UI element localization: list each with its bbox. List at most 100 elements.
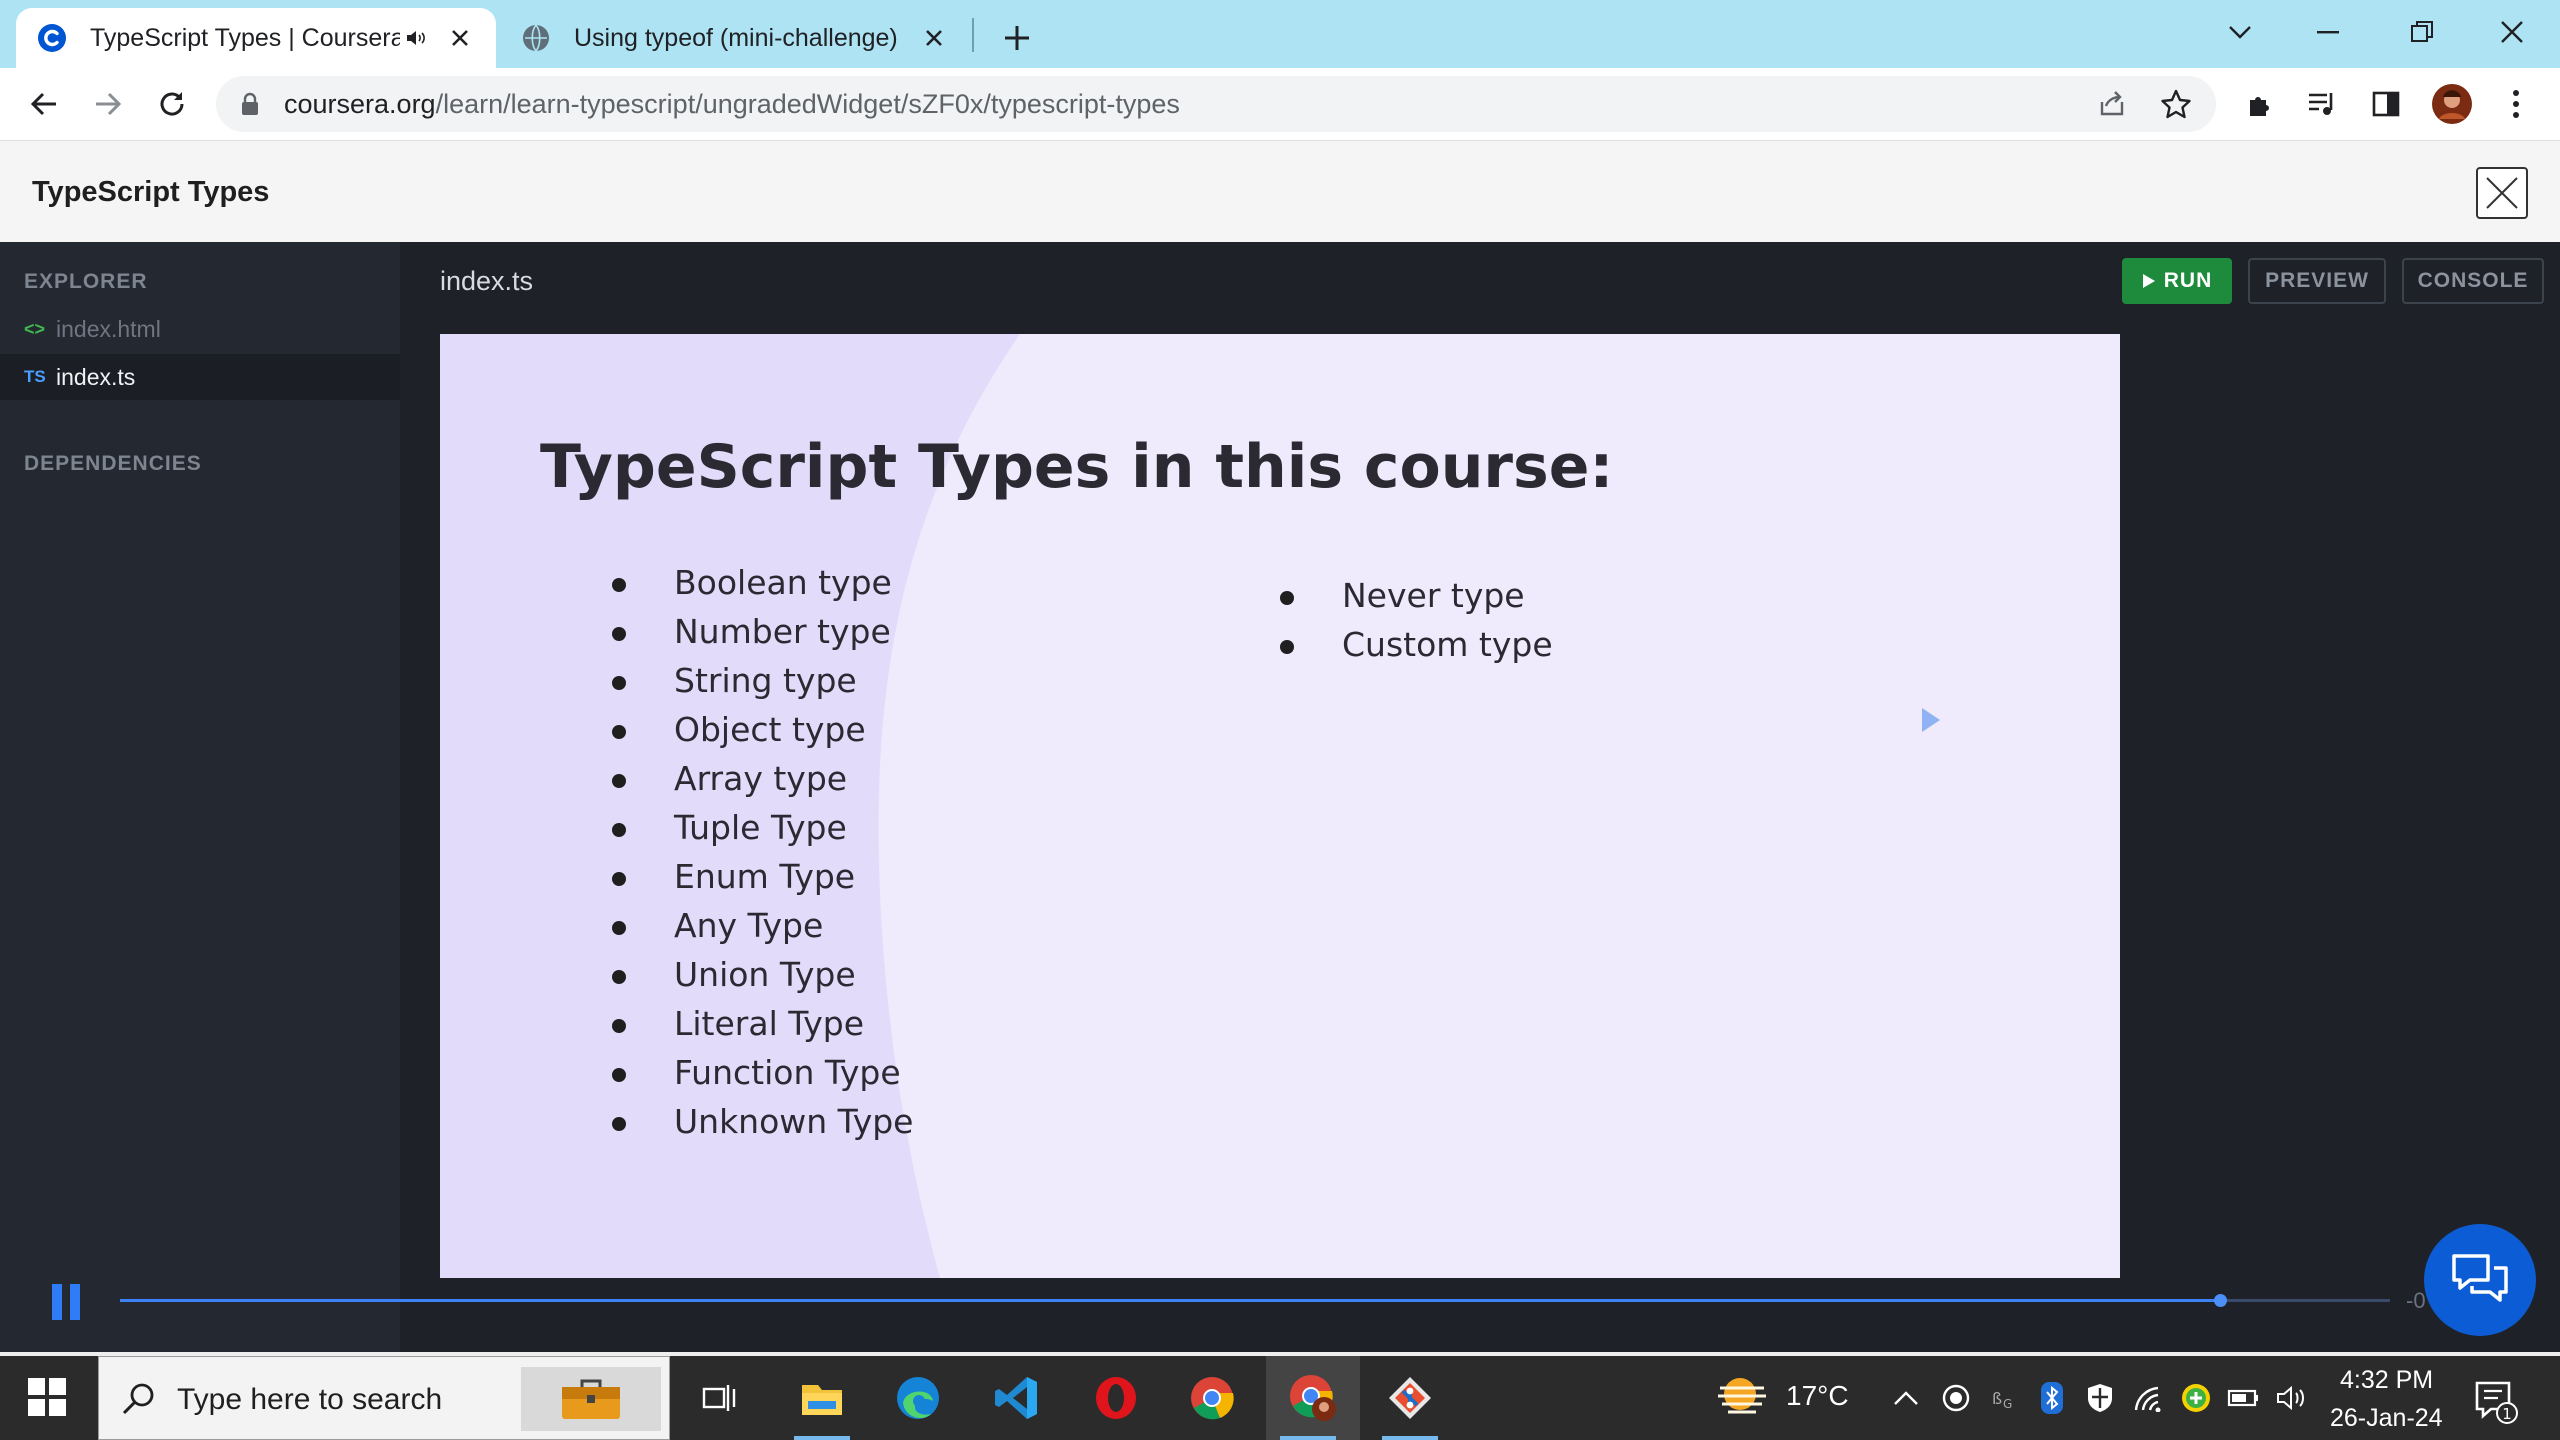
- clock-date[interactable]: 26-Jan-24: [2330, 1404, 2443, 1433]
- security-shield-icon[interactable]: [2080, 1378, 2120, 1418]
- bullet-icon: [612, 872, 626, 886]
- chat-bubbles-icon: [2452, 1254, 2508, 1302]
- close-tab-icon[interactable]: [444, 22, 476, 54]
- vscode-icon[interactable]: [974, 1356, 1058, 1440]
- play-icon: [2142, 274, 2155, 288]
- taskbar-search-box[interactable]: Type here to search: [98, 1356, 670, 1440]
- console-button[interactable]: CONSOLE: [2402, 258, 2544, 304]
- chat-button[interactable]: [2424, 1224, 2536, 1336]
- tab-typescript-types[interactable]: TypeScript Types | Coursera: [16, 8, 496, 68]
- svg-text:G: G: [2003, 1397, 2012, 1411]
- profile-avatar[interactable]: [2430, 82, 2474, 126]
- tab-using-typeof[interactable]: Using typeof (mini-challenge): [500, 8, 970, 68]
- file-tab[interactable]: index.ts: [440, 266, 533, 297]
- weather-haze-icon: [1718, 1378, 1766, 1414]
- restore-icon[interactable]: [2394, 10, 2450, 54]
- bullet-icon: [1280, 591, 1294, 605]
- bullet-icon: [612, 1068, 626, 1082]
- speaker-icon[interactable]: [400, 22, 432, 54]
- forward-arrow-icon[interactable]: [88, 84, 128, 124]
- git-app-icon[interactable]: [1368, 1356, 1452, 1440]
- list-item: Number type: [612, 607, 913, 656]
- clock-time[interactable]: 4:32 PM: [2340, 1366, 2433, 1395]
- tab-title: Using typeof (mini-challenge): [574, 23, 898, 52]
- lock-icon[interactable]: [240, 92, 260, 116]
- close-tab-icon[interactable]: [918, 22, 950, 54]
- record-circle-icon[interactable]: [1936, 1378, 1976, 1418]
- chrome-icon[interactable]: [1170, 1356, 1254, 1440]
- more-options-icon[interactable]: [2496, 84, 2536, 124]
- coursera-icon: [36, 22, 68, 54]
- back-arrow-icon[interactable]: [24, 84, 64, 124]
- file-explorer-icon[interactable]: [780, 1356, 864, 1440]
- list-item: String type: [612, 656, 913, 705]
- explorer-sidebar: EXPLORER <> index.html TS index.ts DEPEN…: [0, 242, 400, 1352]
- close-icon: [2486, 177, 2518, 209]
- bookmark-star-icon[interactable]: [2160, 88, 2192, 120]
- notification-count: 1: [2502, 1405, 2512, 1423]
- bullet-icon: [612, 1019, 626, 1033]
- show-hidden-icons-chevron-icon[interactable]: [1886, 1378, 1926, 1418]
- minimize-icon[interactable]: [2300, 10, 2356, 54]
- run-button[interactable]: RUN: [2122, 258, 2232, 304]
- preview-button[interactable]: PREVIEW: [2248, 258, 2386, 304]
- battery-icon[interactable]: [2224, 1378, 2264, 1418]
- ime-language-icon[interactable]: ßG: [1984, 1378, 2024, 1418]
- weather-widget[interactable]: 17°C: [1716, 1374, 1849, 1418]
- reload-icon[interactable]: [152, 84, 192, 124]
- list-item: Tuple Type: [612, 803, 913, 852]
- run-label: RUN: [2163, 269, 2213, 292]
- tab-search-chevron-icon[interactable]: [2212, 10, 2268, 54]
- explorer-heading: EXPLORER: [24, 270, 148, 293]
- bullet-icon: [612, 921, 626, 935]
- bullet-icon: [612, 970, 626, 984]
- extensions-puzzle-icon[interactable]: [2240, 84, 2280, 124]
- bluetooth-icon[interactable]: [2032, 1378, 2072, 1418]
- close-window-icon[interactable]: [2484, 10, 2540, 54]
- type-list-right: Never type Custom type: [1280, 571, 1553, 669]
- pause-icon-bar: [52, 1284, 62, 1320]
- globe-icon: [520, 22, 552, 54]
- pause-button[interactable]: [52, 1284, 80, 1320]
- dependencies-heading[interactable]: DEPENDENCIES: [24, 452, 202, 476]
- html-file-icon: <>: [24, 318, 46, 339]
- file-index-html[interactable]: <> index.html: [0, 306, 400, 352]
- widget-header: TypeScript Types: [0, 140, 2560, 242]
- address-bar[interactable]: coursera.org/learn/learn-typescript/ungr…: [216, 76, 2216, 132]
- update-badge-icon[interactable]: [2176, 1378, 2216, 1418]
- bullet-icon: [612, 823, 626, 837]
- page-title: TypeScript Types: [32, 176, 270, 208]
- volume-icon[interactable]: [2272, 1378, 2312, 1418]
- windows-start-icon[interactable]: [26, 1376, 68, 1418]
- file-index-ts[interactable]: TS index.ts: [0, 354, 400, 400]
- bullet-icon: [612, 627, 626, 641]
- new-tab-button[interactable]: [995, 16, 1039, 60]
- task-view-icon[interactable]: [678, 1356, 762, 1440]
- video-progress-bar[interactable]: [120, 1294, 2390, 1307]
- chrome-profile-icon[interactable]: [1266, 1356, 1360, 1440]
- notification-center-icon[interactable]: 1: [2470, 1376, 2522, 1428]
- bullet-icon: [612, 725, 626, 739]
- list-item: Enum Type: [612, 852, 913, 901]
- wifi-icon[interactable]: [2128, 1378, 2168, 1418]
- file-name: index.html: [56, 315, 161, 342]
- share-icon[interactable]: [2096, 88, 2128, 120]
- search-icon: [121, 1381, 157, 1417]
- search-highlight-briefcase-icon[interactable]: [521, 1367, 661, 1431]
- list-item: Union Type: [612, 950, 913, 999]
- url-path: /learn/learn-typescript/ungradedWidget/s…: [435, 89, 1180, 119]
- pause-icon-bar: [70, 1284, 80, 1320]
- edge-browser-icon[interactable]: [876, 1356, 960, 1440]
- video-slide[interactable]: TypeScript Types in this course: Boolean…: [440, 334, 2120, 1278]
- progress-fill: [120, 1299, 2220, 1302]
- list-item: Boolean type: [612, 558, 913, 607]
- opera-icon[interactable]: [1074, 1356, 1158, 1440]
- list-item: Object type: [612, 705, 913, 754]
- time-remaining: -0: [2406, 1288, 2426, 1313]
- url-text[interactable]: coursera.org/learn/learn-typescript/ungr…: [284, 89, 1180, 120]
- mouse-pointer-icon: [1922, 708, 1940, 732]
- progress-thumb[interactable]: [2213, 1294, 2227, 1307]
- close-widget-button[interactable]: [2476, 167, 2528, 219]
- media-queue-icon[interactable]: [2302, 84, 2342, 124]
- side-panel-icon[interactable]: [2366, 84, 2406, 124]
